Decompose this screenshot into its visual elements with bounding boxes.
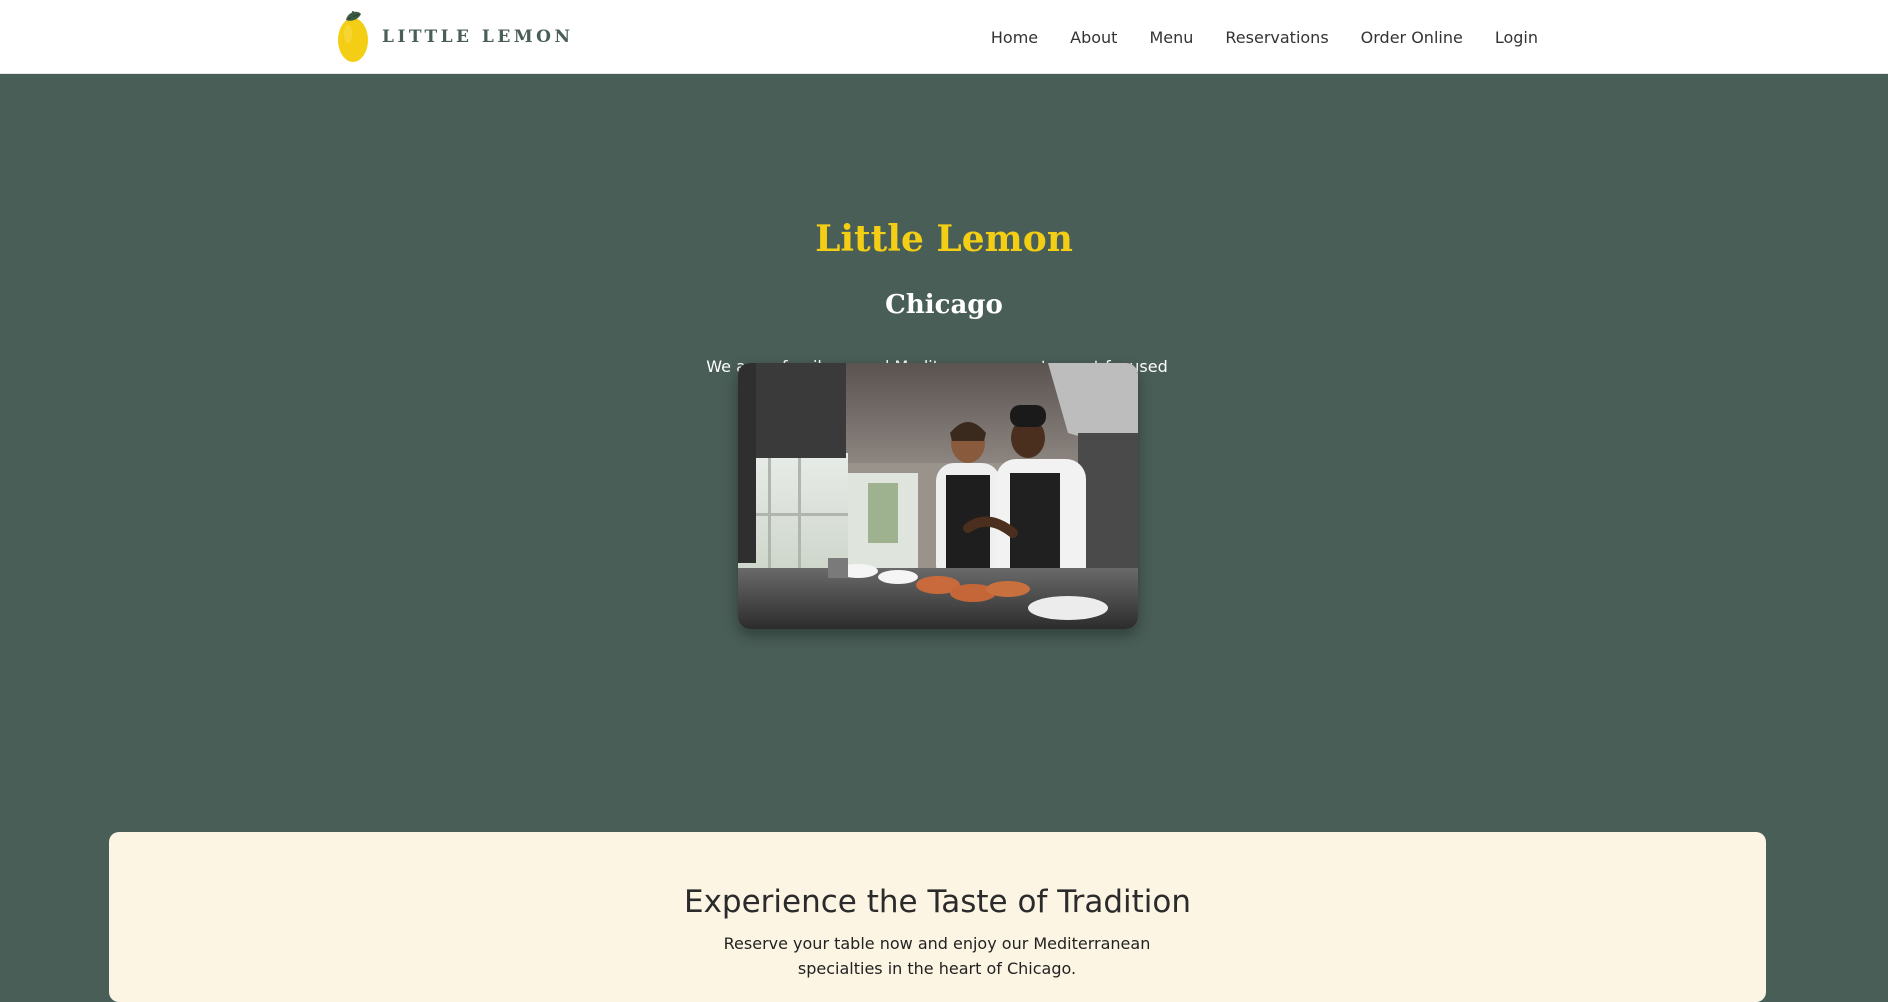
nav-link-home[interactable]: Home [991, 28, 1038, 47]
nav-link-menu[interactable]: Menu [1149, 28, 1193, 47]
logo-text: LITTLE LEMON [382, 27, 574, 47]
nav-link-order-online[interactable]: Order Online [1361, 28, 1463, 47]
reservation-cta-card: Experience the Taste of Tradition Reserv… [109, 832, 1766, 1002]
logo-link[interactable]: LITTLE LEMON [336, 8, 574, 66]
hero-title: Little Lemon [815, 218, 1073, 260]
nav-link-login[interactable]: Login [1495, 28, 1538, 47]
chefs-in-kitchen-photo [738, 363, 1138, 629]
cta-title: Experience the Taste of Tradition [683, 884, 1192, 920]
navbar: LITTLE LEMON Home About Menu Reservation… [0, 0, 1888, 74]
nav-link-about[interactable]: About [1070, 28, 1117, 47]
nav-link-reservations[interactable]: Reservations [1225, 28, 1328, 47]
lemon-icon [338, 11, 368, 62]
cta-text: Reserve your table now and enjoy our Med… [723, 934, 1151, 978]
hero-subtitle: Chicago [885, 290, 1003, 320]
nav-links: Home About Menu Reservations Order Onlin… [991, 0, 1538, 74]
